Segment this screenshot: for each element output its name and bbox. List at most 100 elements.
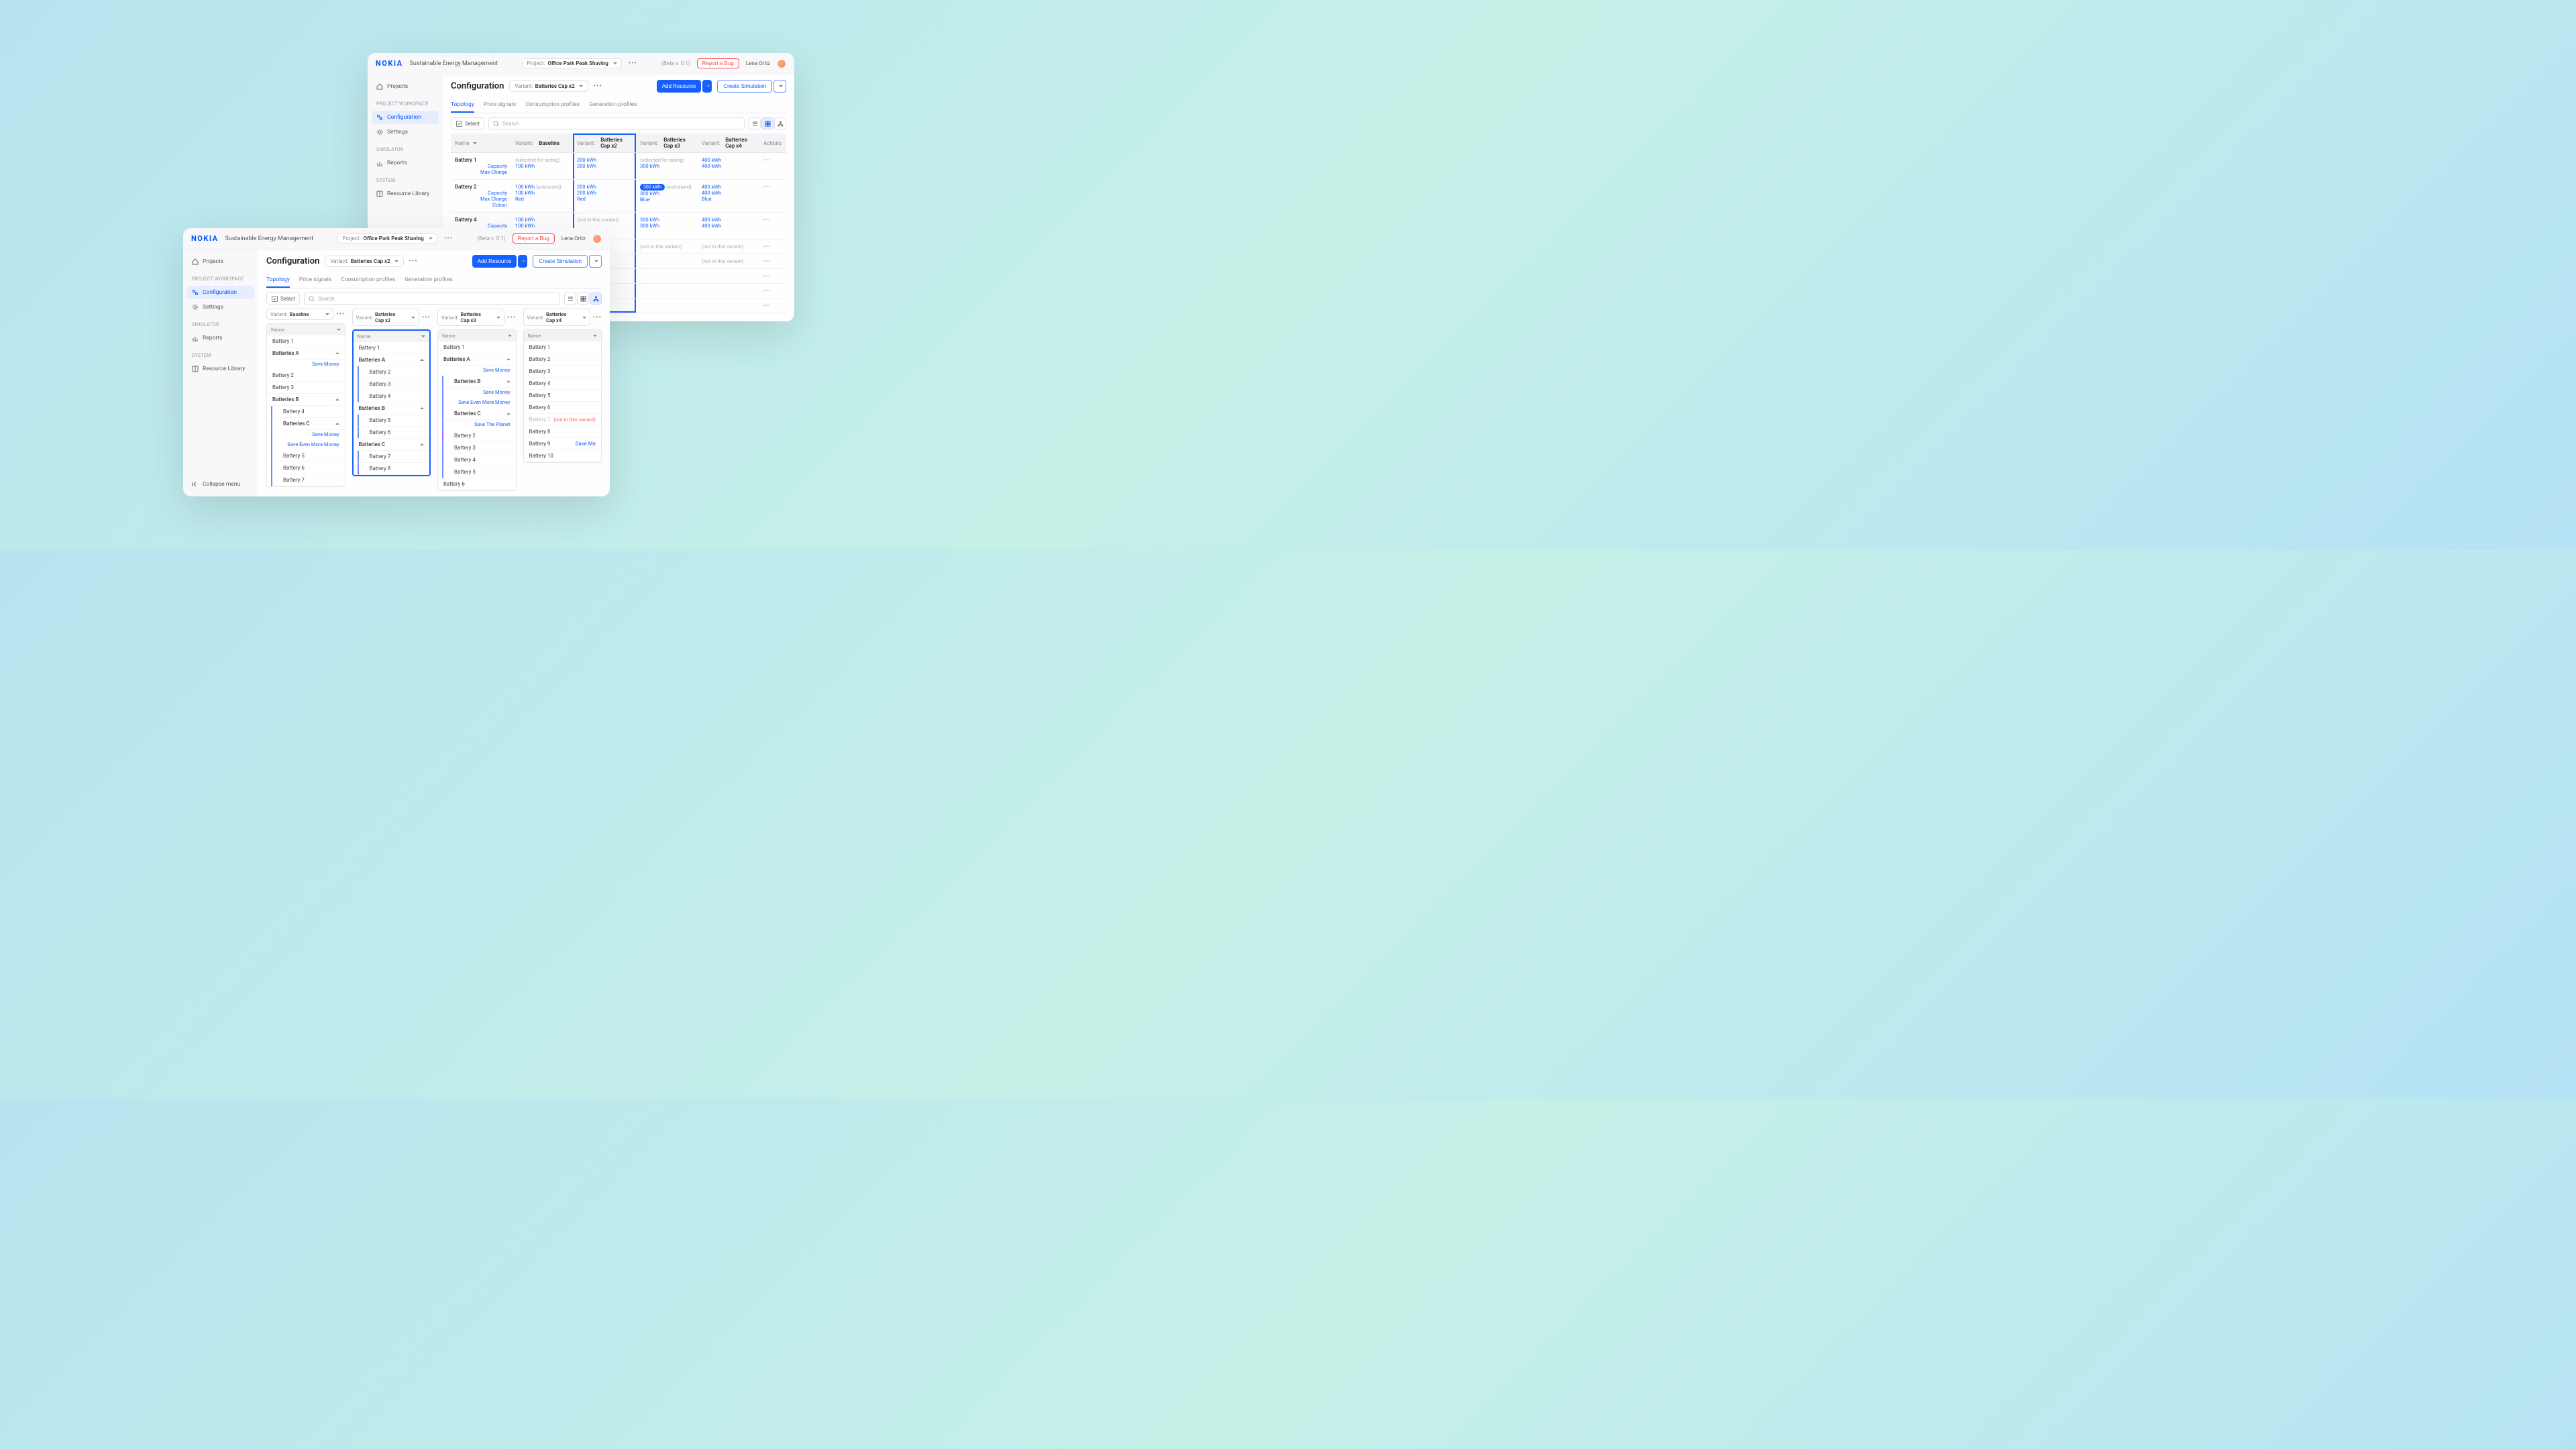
tree-item[interactable]: Battery 1 <box>354 342 430 354</box>
report-bug-button[interactable]: Report a Bug <box>513 233 555 244</box>
tab-consumption-profiles[interactable]: Consumption profiles <box>341 273 395 288</box>
tree-item[interactable]: Battery 4 <box>271 406 345 418</box>
view-grid-button[interactable] <box>761 117 773 129</box>
sidebar-item-settings[interactable]: Settings <box>187 301 254 314</box>
tab-topology[interactable]: Topology <box>451 98 474 113</box>
tree-item[interactable]: Battery 5 <box>442 466 516 478</box>
tree-item[interactable]: Battery 4 <box>442 454 516 466</box>
tab-generation-profiles[interactable]: Generation profiles <box>405 273 452 288</box>
more-icon[interactable]: ••• <box>444 235 453 242</box>
more-icon[interactable]: ••• <box>507 314 516 321</box>
row-actions[interactable]: ••• <box>759 284 786 298</box>
sidebar-item-resource-library[interactable]: Resource Library <box>187 362 254 376</box>
tree-item[interactable]: Battery 10 <box>524 450 602 462</box>
tree-group[interactable]: Batteries B <box>267 394 345 406</box>
tab-price-signals[interactable]: Price signals <box>484 98 516 113</box>
tree-header[interactable]: Name <box>354 331 430 342</box>
tree-header[interactable]: Name <box>267 324 345 335</box>
tree-group[interactable]: Batteries C <box>442 408 516 420</box>
tree-item[interactable]: Battery 5 <box>271 450 345 462</box>
avatar[interactable] <box>777 59 786 68</box>
create-simulation-dropdown[interactable] <box>589 255 602 268</box>
tree-item[interactable]: Battery 8 <box>358 463 430 475</box>
column-variant-selector[interactable]: Variant: Baseline <box>266 309 333 320</box>
create-simulation-button[interactable]: Create Simulation <box>717 80 772 93</box>
tab-topology[interactable]: Topology <box>266 273 290 288</box>
tree-item[interactable]: Battery 4 <box>358 390 430 402</box>
add-resource-button[interactable]: Add Resource <box>472 255 517 268</box>
row-actions[interactable]: ••• <box>759 299 786 313</box>
sidebar-item-projects[interactable]: Projects <box>372 80 439 93</box>
search-input[interactable]: Search <box>488 117 745 129</box>
project-selector[interactable]: Project: Office Park Peak Shaving <box>337 233 437 244</box>
view-list-button[interactable] <box>564 292 576 305</box>
sidebar-item-configuration[interactable]: Configuration <box>187 286 254 299</box>
tab-generation-profiles[interactable]: Generation profiles <box>589 98 637 113</box>
tree-item[interactable]: Battery 8 <box>524 426 602 438</box>
add-resource-dropdown[interactable] <box>518 255 527 268</box>
tree-group[interactable]: Batteries B <box>442 376 516 388</box>
tree-group[interactable]: Batteries A <box>267 347 345 360</box>
column-variant-selector[interactable]: Variant: Batteries Cap x2 <box>352 309 419 326</box>
tree-item[interactable]: Battery 6 <box>438 478 516 490</box>
tree-item[interactable]: Battery 3 <box>267 382 345 394</box>
tree-item[interactable]: Battery 3 <box>442 442 516 454</box>
tree-group[interactable]: Batteries C <box>354 439 430 451</box>
add-resource-dropdown[interactable] <box>702 80 712 93</box>
tree-header[interactable]: Name <box>524 330 602 341</box>
variant-selector[interactable]: Variant: Batteries Cap x2 <box>325 256 403 267</box>
tree-item[interactable]: Battery 6 <box>524 402 602 414</box>
select-button[interactable]: Select <box>451 117 484 129</box>
tree-item[interactable]: Battery 2 <box>442 430 516 442</box>
sidebar-item-reports[interactable]: Reports <box>372 156 439 170</box>
select-button[interactable]: Select <box>266 292 300 305</box>
tree-item[interactable]: Battery 2 <box>267 370 345 382</box>
view-tree-button[interactable] <box>590 292 602 305</box>
create-simulation-dropdown[interactable] <box>773 80 786 93</box>
tree-group[interactable]: Batteries A <box>438 354 516 366</box>
tree-item[interactable]: Battery 2 <box>524 354 602 366</box>
sidebar-item-resource-library[interactable]: Resource Library <box>372 187 439 201</box>
project-selector[interactable]: Project: Office Park Peak Shaving <box>522 58 621 68</box>
tab-price-signals[interactable]: Price signals <box>299 273 331 288</box>
sidebar-item-settings[interactable]: Settings <box>372 125 439 139</box>
column-variant-selector[interactable]: Variant: Batteries Cap x3 <box>437 309 504 326</box>
sidebar-item-configuration[interactable]: Configuration <box>372 111 439 124</box>
more-icon[interactable]: ••• <box>422 314 431 321</box>
row-actions[interactable]: ••• <box>759 254 786 268</box>
tree-item[interactable]: Battery 4 <box>524 378 602 390</box>
collapse-menu-button[interactable]: Collapse menu <box>187 478 254 491</box>
create-simulation-button[interactable]: Create Simulation <box>533 255 588 268</box>
tree-item[interactable]: Battery 5 <box>358 415 430 427</box>
sidebar-item-projects[interactable]: Projects <box>187 255 254 268</box>
tree-item[interactable]: Battery 3 <box>524 366 602 378</box>
row-actions[interactable]: ••• <box>759 213 786 239</box>
avatar[interactable] <box>592 234 602 244</box>
column-variant-selector[interactable]: Variant: Batteries Cap x4 <box>523 309 590 326</box>
tree-group[interactable]: Batteries A <box>354 354 430 366</box>
more-icon[interactable]: ••• <box>336 311 345 318</box>
tab-consumption-profiles[interactable]: Consumption profiles <box>525 98 580 113</box>
tree-item[interactable]: Battery 9Save Me <box>524 438 602 450</box>
tree-item[interactable]: Battery 5 <box>524 390 602 402</box>
tree-item[interactable]: Battery 1 <box>438 341 516 354</box>
more-icon[interactable]: ••• <box>593 314 602 321</box>
row-actions[interactable]: ••• <box>759 180 786 212</box>
tree-header[interactable]: Name <box>438 330 516 341</box>
row-actions[interactable]: ••• <box>759 239 786 254</box>
tree-item[interactable]: Battery 1 <box>267 335 345 347</box>
more-icon[interactable]: ••• <box>629 60 637 67</box>
search-input[interactable]: Search <box>304 292 560 305</box>
tree-item[interactable]: Battery 7(not in this variant) <box>524 414 602 426</box>
tree-item[interactable]: Battery 7 <box>358 451 430 463</box>
report-bug-button[interactable]: Report a Bug <box>697 58 739 68</box>
col-name[interactable]: Name <box>451 133 511 152</box>
tree-group[interactable]: Batteries C <box>271 418 345 430</box>
tree-item[interactable]: Battery 1 <box>524 341 602 354</box>
view-tree-button[interactable] <box>774 117 786 129</box>
add-resource-button[interactable]: Add Resource <box>657 80 702 93</box>
view-list-button[interactable] <box>749 117 761 129</box>
tree-item[interactable]: Battery 6 <box>271 462 345 474</box>
row-actions[interactable]: ••• <box>759 153 786 179</box>
view-grid-button[interactable] <box>577 292 589 305</box>
